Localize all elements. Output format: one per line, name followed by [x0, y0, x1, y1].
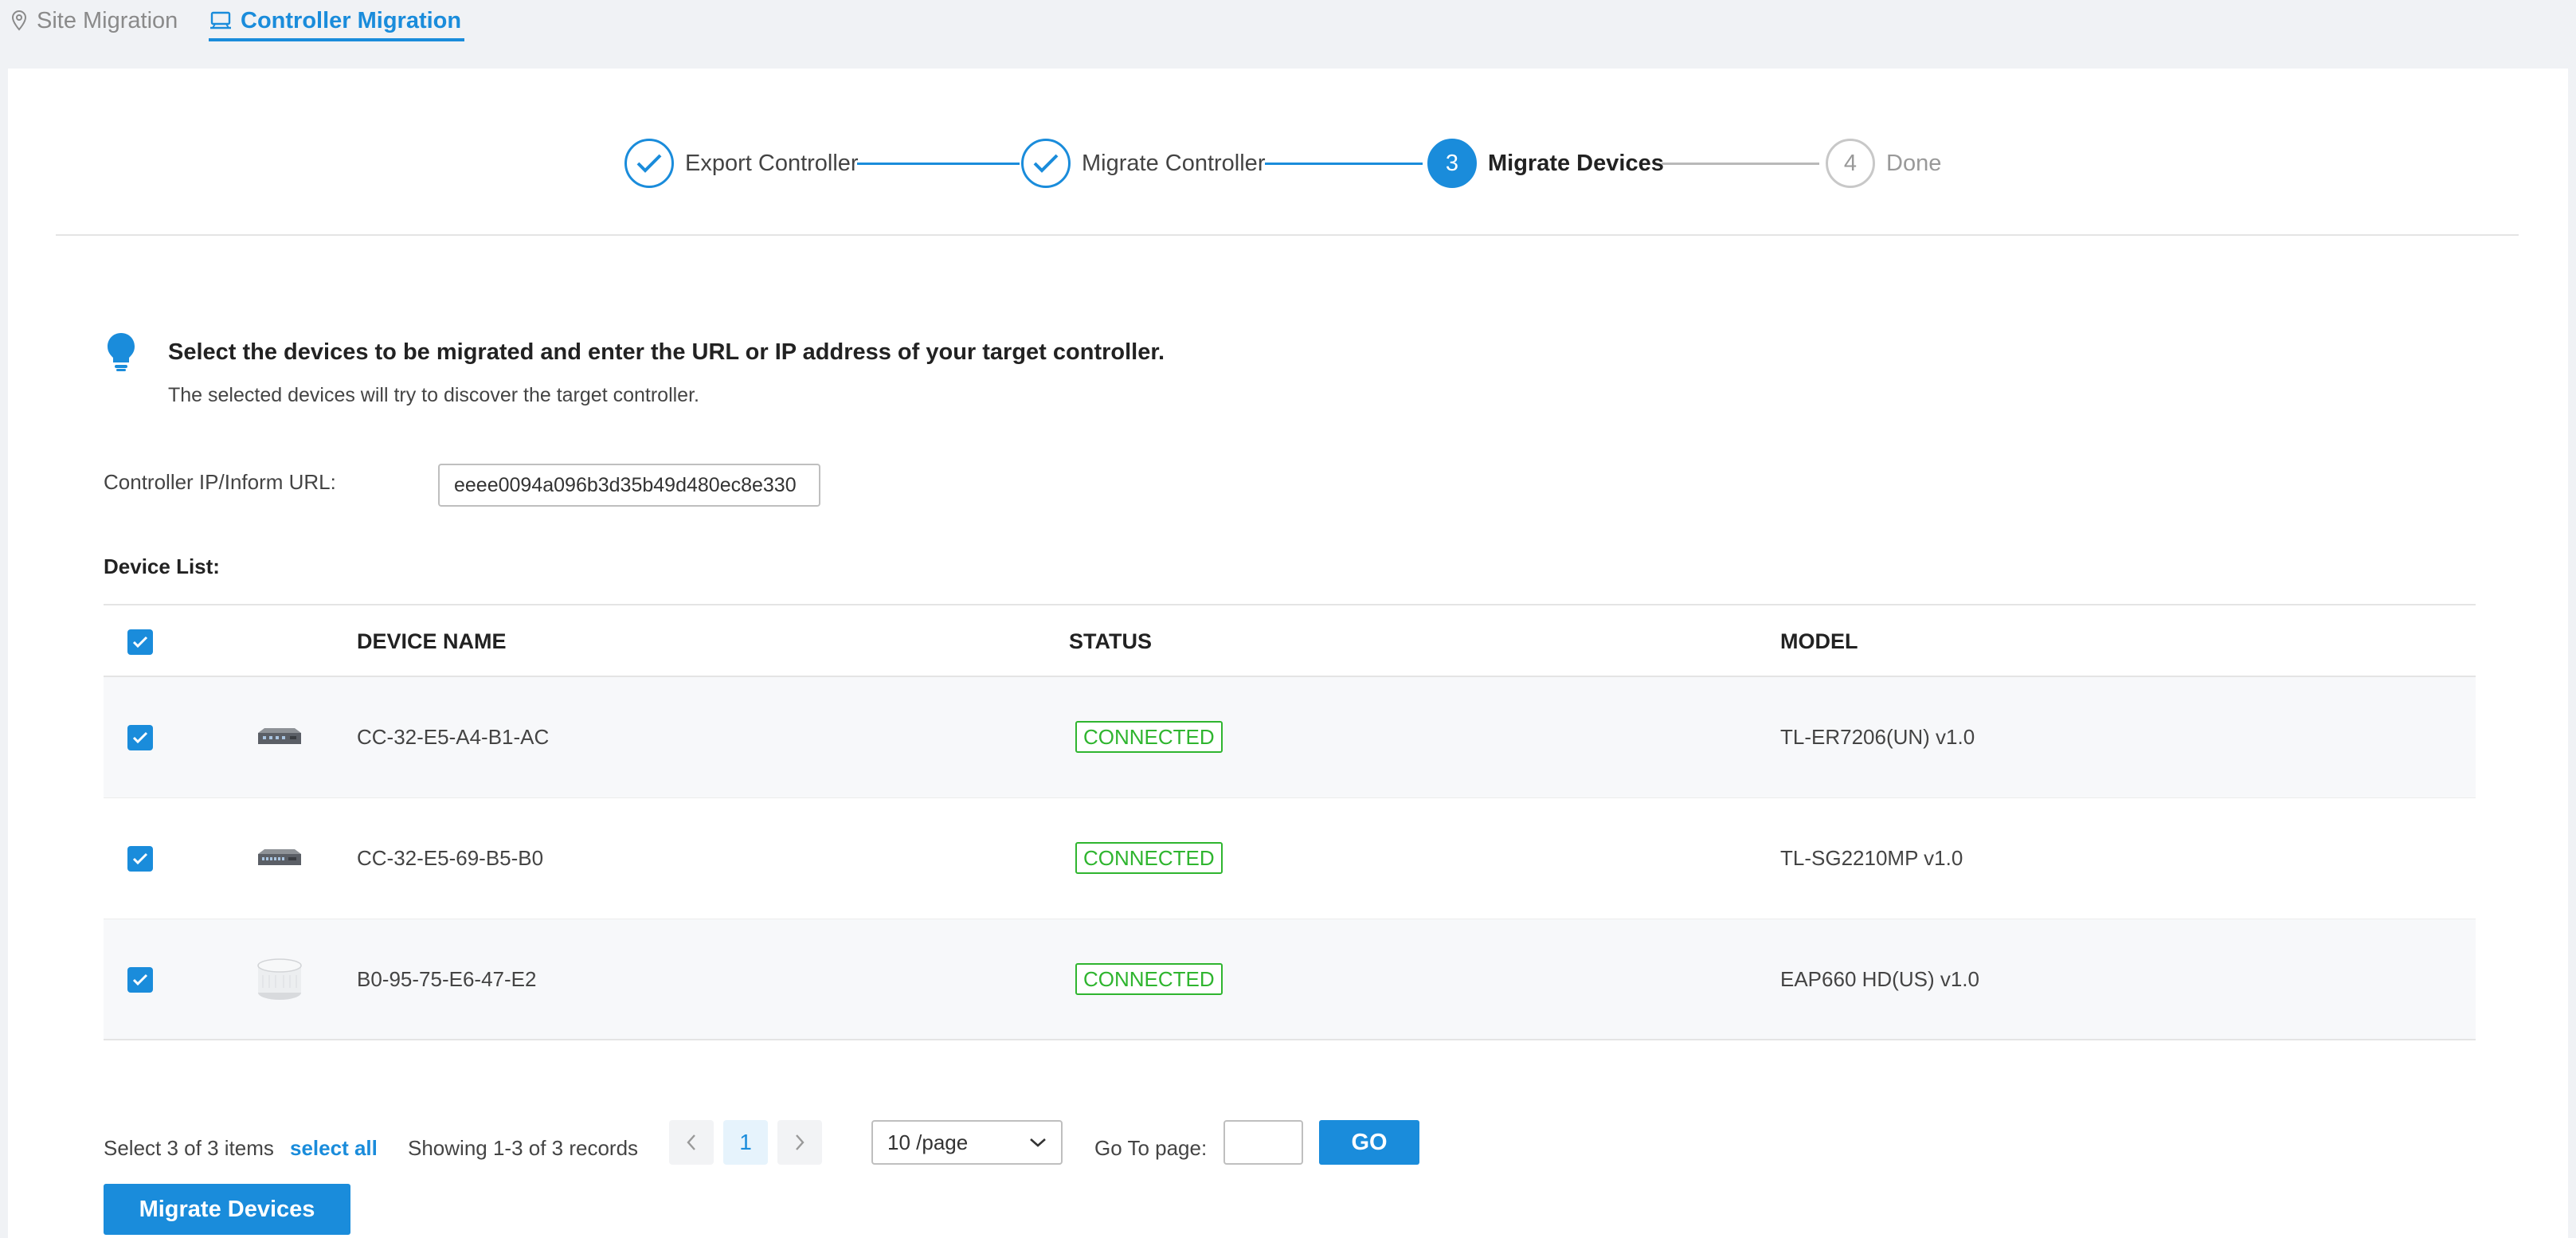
access-point-icon: [257, 958, 302, 1000]
step-number: 4: [1826, 139, 1875, 188]
checkmark-icon: [132, 974, 148, 986]
page-size-value: 10 /page: [887, 1130, 969, 1154]
select-all-link[interactable]: select all: [290, 1136, 378, 1161]
row-checkbox[interactable]: [127, 846, 153, 872]
page-number[interactable]: 1: [723, 1120, 768, 1165]
step-migrate-devices: 3 Migrate Devices: [1427, 139, 1664, 188]
device-name: CC-32-E5-A4-B1-AC: [357, 725, 550, 749]
checkmark-icon: [132, 636, 148, 648]
tab-label: Site Migration: [37, 7, 178, 33]
goto-page-label: Go To page:: [1094, 1136, 1208, 1160]
step-connector: [1662, 163, 1819, 165]
select-all-checkbox[interactable]: [127, 629, 153, 655]
page-size-select[interactable]: 10 /page: [871, 1120, 1063, 1165]
tab-label: Controller Migration: [241, 7, 462, 33]
check-icon: [624, 139, 674, 188]
device-name: CC-32-E5-69-B5-B0: [357, 846, 544, 870]
table-row[interactable]: B0-95-75-E6-47-E2 CONNECTED EAP660 HD(US…: [104, 919, 2476, 1040]
column-status[interactable]: STATUS: [1069, 629, 1152, 654]
next-page-button[interactable]: [777, 1120, 822, 1165]
row-checkbox[interactable]: [127, 967, 153, 993]
step-label: Migrate Devices: [1488, 150, 1664, 176]
status-badge: CONNECTED: [1075, 842, 1223, 874]
step-migrate-controller: Migrate Controller: [1021, 139, 1265, 188]
column-device-name[interactable]: DEVICE NAME: [357, 629, 507, 654]
step-label: Migrate Controller: [1082, 150, 1266, 176]
status-badge: CONNECTED: [1075, 963, 1223, 995]
device-model: EAP660 HD(US) v1.0: [1780, 967, 1979, 991]
step-export-controller: Export Controller: [624, 139, 859, 188]
table-header: DEVICE NAME STATUS MODEL: [104, 604, 2476, 677]
column-model[interactable]: MODEL: [1780, 629, 1858, 654]
device-model: TL-SG2210MP v1.0: [1780, 846, 1963, 870]
controller-icon: [210, 11, 231, 29]
switch-icon: [258, 849, 301, 865]
step-done: 4 Done: [1826, 139, 1941, 188]
location-pin-icon: [11, 10, 27, 31]
device-table: DEVICE NAME STATUS MODEL CC-32-E5-A4-B1-…: [104, 604, 2476, 1040]
tab-site-migration[interactable]: Site Migration: [10, 3, 178, 38]
controller-url-input[interactable]: [438, 464, 820, 507]
device-name: B0-95-75-E6-47-E2: [357, 967, 537, 991]
table-row[interactable]: CC-32-E5-69-B5-B0 CONNECTED TL-SG2210MP …: [104, 798, 2476, 919]
step-number: 3: [1427, 139, 1477, 188]
chevron-left-icon: [687, 1134, 695, 1150]
row-checkbox[interactable]: [127, 725, 153, 750]
device-list-label: Device List:: [104, 554, 220, 578]
step-label: Export Controller: [685, 150, 859, 176]
status-badge: CONNECTED: [1075, 721, 1223, 753]
router-icon: [258, 728, 301, 744]
lightbulb-icon: [108, 333, 135, 371]
hint-title: Select the devices to be migrated and en…: [168, 339, 1165, 365]
goto-page-input[interactable]: [1223, 1120, 1303, 1165]
step-label: Done: [1886, 150, 1942, 176]
chevron-down-icon: [1030, 1138, 1046, 1147]
hint-subtitle: The selected devices will try to discove…: [168, 384, 699, 406]
migrate-devices-button[interactable]: Migrate Devices: [104, 1184, 350, 1235]
prev-page-button[interactable]: [669, 1120, 714, 1165]
step-connector: [857, 163, 1020, 165]
divider: [56, 234, 2519, 236]
checkmark-icon: [132, 852, 148, 865]
go-button[interactable]: GO: [1319, 1120, 1419, 1165]
migration-card: Export Controller Migrate Controller 3 M…: [8, 69, 2568, 1238]
records-summary: Showing 1-3 of 3 records: [408, 1136, 639, 1160]
controller-url-label: Controller IP/Inform URL:: [104, 470, 336, 494]
chevron-right-icon: [796, 1134, 805, 1150]
table-row[interactable]: CC-32-E5-A4-B1-AC CONNECTED TL-ER7206(UN…: [104, 677, 2476, 798]
check-icon: [1021, 139, 1071, 188]
device-model: TL-ER7206(UN) v1.0: [1780, 725, 1975, 749]
checkmark-icon: [132, 731, 148, 744]
top-tabs: Site Migration Controller Migration: [0, 0, 2576, 69]
tab-controller-migration[interactable]: Controller Migration: [209, 3, 465, 41]
step-connector: [1265, 163, 1423, 165]
selection-count: Select 3 of 3 items: [104, 1136, 274, 1160]
